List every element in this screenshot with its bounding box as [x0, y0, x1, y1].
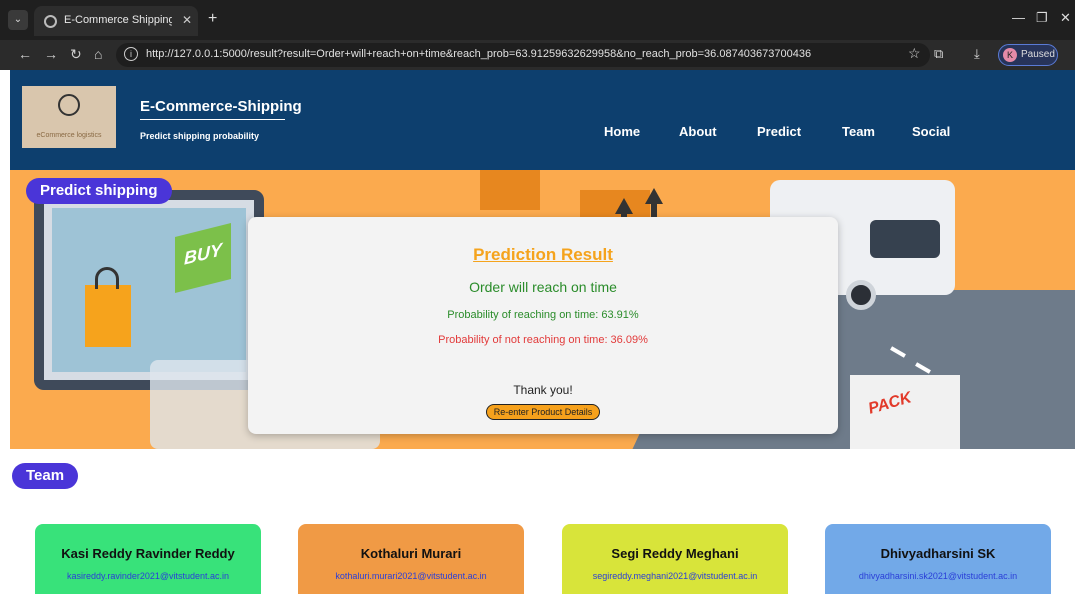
- parcel-illustration: [480, 170, 540, 210]
- tab-title: E-Commerce Shipping Predicti: [64, 14, 172, 26]
- minimize-icon[interactable]: —: [1012, 10, 1025, 25]
- arrow-up-icon: [615, 198, 633, 214]
- nav-social[interactable]: Social: [912, 124, 950, 139]
- brand-title: E-Commerce-Shipping: [140, 98, 302, 115]
- site-logo[interactable]: eCommerce logistics: [22, 86, 116, 148]
- team-card: Kothaluri Murari kothaluri.murari2021@vi…: [298, 524, 524, 594]
- home-icon[interactable]: ⌂: [94, 46, 102, 62]
- back-arrow-icon[interactable]: ←: [18, 46, 32, 62]
- arrow-up-icon: [645, 188, 663, 204]
- team-member-name: Dhivyadharsini SK: [880, 546, 996, 561]
- nav-home[interactable]: Home: [604, 124, 640, 139]
- prediction-result-card: Prediction Result Order will reach on ti…: [248, 217, 838, 434]
- logistics-globe-icon: [58, 94, 80, 116]
- buy-label: BUY: [183, 239, 222, 269]
- site-header: eCommerce logistics E-Commerce-Shipping …: [10, 70, 1075, 170]
- pack-box-illustration: PACK: [850, 375, 960, 449]
- reach-probability: Probability of reaching on time: 63.91%: [447, 309, 639, 321]
- tab-search-chevron-icon[interactable]: ⌄: [8, 10, 28, 30]
- section-badge-predict: Predict shipping: [26, 178, 172, 204]
- site-info-icon[interactable]: i: [124, 47, 138, 61]
- download-icon[interactable]: ⤓: [974, 46, 980, 62]
- browser-tab[interactable]: E-Commerce Shipping Predicti ✕: [34, 6, 198, 36]
- team-member-email[interactable]: dhivyadharsini.sk2021@vitstudent.ac.in: [825, 571, 1051, 581]
- team-card: Kasi Reddy Ravinder Reddy kasireddy.ravi…: [35, 524, 261, 594]
- profile-status: Paused: [1021, 49, 1055, 60]
- globe-icon: [44, 15, 57, 28]
- team-card: Segi Reddy Meghani segireddy.meghani2021…: [562, 524, 788, 594]
- avatar: K: [1003, 48, 1017, 62]
- extensions-icon[interactable]: ⧉: [934, 46, 943, 62]
- nav-team[interactable]: Team: [842, 124, 875, 139]
- url-text[interactable]: http://127.0.0.1:5000/result?result=Orde…: [146, 48, 811, 60]
- new-tab-plus-icon[interactable]: +: [208, 10, 217, 28]
- browser-tab-bar: ⌄ E-Commerce Shipping Predicti ✕ + — ❐ ✕: [0, 0, 1075, 40]
- restore-icon[interactable]: ❐: [1036, 10, 1048, 26]
- reload-icon[interactable]: ↻: [70, 46, 82, 63]
- window-close-icon[interactable]: ✕: [1060, 10, 1071, 26]
- brand-underline: [140, 119, 285, 120]
- nav-predict[interactable]: Predict: [757, 124, 801, 139]
- bag-handle: [95, 267, 119, 289]
- result-title: Prediction Result: [473, 245, 613, 264]
- reenter-details-button[interactable]: Re-enter Product Details: [486, 404, 600, 420]
- nav-about[interactable]: About: [679, 124, 717, 139]
- section-badge-team: Team: [12, 463, 79, 489]
- team-member-name: Kothaluri Murari: [360, 546, 462, 561]
- van-windshield: [870, 220, 940, 258]
- no-reach-probability: Probability of not reaching on time: 36.…: [438, 334, 648, 346]
- close-icon[interactable]: ✕: [182, 13, 192, 27]
- logo-caption: eCommerce logistics: [36, 132, 102, 139]
- team-card: Dhivyadharsini SK dhivyadharsini.sk2021@…: [825, 524, 1051, 594]
- address-bar[interactable]: i http://127.0.0.1:5000/result?result=Or…: [116, 43, 930, 67]
- browser-toolbar: ← → ↻ ⌂ i http://127.0.0.1:5000/result?r…: [0, 40, 1075, 70]
- team-member-email[interactable]: segireddy.meghani2021@vitstudent.ac.in: [562, 571, 788, 581]
- pack-label: PACK: [866, 389, 914, 418]
- brand-tagline: Predict shipping probability: [140, 131, 260, 141]
- team-member-email[interactable]: kasireddy.ravinder2021@vitstudent.ac.in: [35, 571, 261, 581]
- profile-button[interactable]: K Paused: [998, 44, 1058, 66]
- forward-arrow-icon[interactable]: →: [44, 46, 58, 62]
- thank-you-text: Thank you!: [513, 383, 573, 397]
- van-wheel: [846, 280, 876, 310]
- team-member-email[interactable]: kothaluri.murari2021@vitstudent.ac.in: [298, 571, 524, 581]
- team-member-name: Segi Reddy Meghani: [611, 546, 739, 561]
- shopping-bag-illustration: [85, 267, 131, 347]
- team-member-name: Kasi Reddy Ravinder Reddy: [61, 546, 235, 561]
- bookmark-star-icon[interactable]: ☆: [908, 45, 921, 62]
- result-status: Order will reach on time: [469, 279, 617, 295]
